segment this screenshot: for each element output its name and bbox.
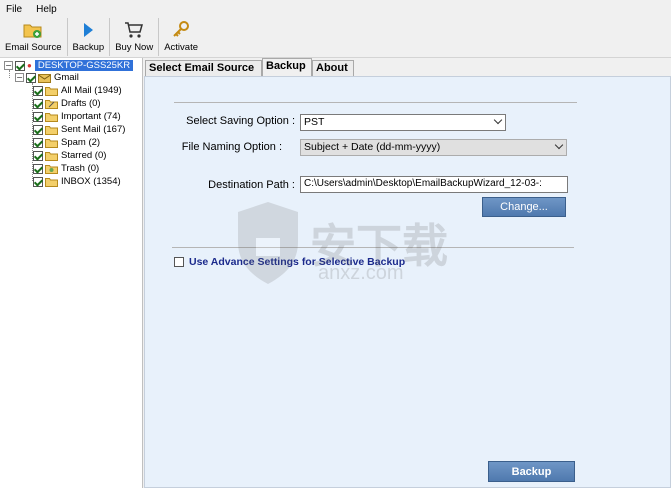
saving-option-value: PST bbox=[304, 116, 325, 128]
tab-backup[interactable]: Backup bbox=[262, 58, 312, 76]
tree-folder[interactable]: Drafts (0) bbox=[33, 97, 101, 110]
backup-toolbar-label: Backup bbox=[72, 42, 105, 53]
key-icon bbox=[170, 20, 192, 40]
folder-checkbox[interactable] bbox=[33, 111, 43, 122]
naming-option-value: Subject + Date (dd-mm-yyyy) bbox=[304, 141, 441, 153]
folder-add-icon bbox=[22, 20, 44, 40]
folder-label: Drafts (0) bbox=[61, 98, 101, 109]
folder-label: Sent Mail (167) bbox=[61, 124, 126, 135]
root-label: DESKTOP-GSS25KR bbox=[34, 60, 134, 71]
toolbar: Email Source Backup Buy Now Activate bbox=[0, 18, 671, 58]
backup-panel: Select Saving Option : PST File Naming O… bbox=[144, 76, 671, 488]
destination-path-input[interactable]: C:\Users\admin\Desktop\EmailBackupWizard… bbox=[300, 176, 568, 193]
divider bbox=[172, 247, 574, 248]
email-source-button[interactable]: Email Source bbox=[0, 18, 68, 56]
cart-icon bbox=[123, 20, 145, 40]
folder-label: Trash (0) bbox=[61, 163, 100, 174]
account-icon bbox=[38, 73, 51, 83]
tree-folder[interactable]: INBOX (1354) bbox=[33, 175, 121, 188]
folder-checkbox[interactable] bbox=[33, 163, 43, 174]
play-icon bbox=[77, 20, 99, 40]
folder-label: Starred (0) bbox=[61, 150, 107, 161]
root-checkbox[interactable] bbox=[15, 60, 25, 71]
account-label: Gmail bbox=[54, 72, 79, 83]
collapse-icon[interactable]: − bbox=[4, 61, 13, 70]
tree-folder[interactable]: Important (74) bbox=[33, 110, 121, 123]
naming-option-select[interactable]: Subject + Date (dd-mm-yyyy) bbox=[300, 139, 567, 156]
folder-label: INBOX (1354) bbox=[61, 176, 121, 187]
folder-checkbox[interactable] bbox=[33, 98, 43, 109]
tree-folder[interactable]: All Mail (1949) bbox=[33, 84, 122, 97]
account-checkbox[interactable] bbox=[26, 72, 36, 83]
divider bbox=[174, 102, 577, 103]
activate-button[interactable]: Activate bbox=[159, 18, 203, 56]
folder-icon bbox=[45, 112, 58, 122]
folder-icon bbox=[45, 125, 58, 135]
folder-label: Important (74) bbox=[61, 111, 121, 122]
change-button[interactable]: Change... bbox=[482, 197, 566, 217]
folder-checkbox[interactable] bbox=[33, 176, 43, 187]
tree-folder[interactable]: Starred (0) bbox=[33, 149, 106, 162]
advance-settings-label: Use Advance Settings for Selective Backu… bbox=[189, 256, 406, 268]
folder-checkbox[interactable] bbox=[33, 137, 43, 148]
folder-icon bbox=[45, 177, 58, 187]
chevron-down-icon bbox=[554, 140, 564, 150]
advance-settings-option[interactable]: Use Advance Settings for Selective Backu… bbox=[174, 256, 405, 268]
folder-icon bbox=[45, 86, 58, 96]
menu-help[interactable]: Help bbox=[36, 4, 57, 15]
folder-checkbox[interactable] bbox=[33, 150, 43, 161]
backup-toolbar-button[interactable]: Backup bbox=[68, 18, 111, 56]
collapse-icon[interactable]: − bbox=[15, 73, 24, 82]
naming-option-label: File Naming Option : bbox=[181, 141, 282, 153]
advance-settings-checkbox[interactable] bbox=[174, 257, 184, 267]
folder-checkbox[interactable] bbox=[33, 85, 43, 96]
folder-icon bbox=[45, 151, 58, 161]
drafts-icon bbox=[45, 99, 58, 109]
buy-now-label: Buy Now bbox=[115, 42, 154, 53]
saving-option-select[interactable]: PST bbox=[300, 114, 506, 131]
folder-icon bbox=[45, 138, 58, 148]
buy-now-button[interactable]: Buy Now bbox=[110, 18, 160, 56]
backup-button[interactable]: Backup bbox=[488, 461, 575, 482]
chevron-down-icon bbox=[493, 115, 503, 125]
tab-strip: Select Email Source Backup About bbox=[144, 58, 671, 76]
tab-select-email-source[interactable]: Select Email Source bbox=[145, 60, 262, 76]
computer-icon: ● bbox=[27, 61, 32, 70]
trash-icon bbox=[45, 164, 58, 174]
folder-checkbox[interactable] bbox=[33, 124, 43, 135]
folder-tree: − ● DESKTOP-GSS25KR − Gmail All Mail (19… bbox=[0, 58, 143, 488]
destination-label: Destination Path : bbox=[208, 179, 295, 191]
tree-folder[interactable]: Spam (2) bbox=[33, 136, 100, 149]
menu-bar: File Help bbox=[0, 0, 671, 18]
saving-option-label: Select Saving Option : bbox=[186, 115, 295, 127]
tree-folder[interactable]: Sent Mail (167) bbox=[33, 123, 125, 136]
folder-label: Spam (2) bbox=[61, 137, 101, 148]
tree-folder[interactable]: Trash (0) bbox=[33, 162, 99, 175]
folder-label: All Mail (1949) bbox=[61, 85, 122, 96]
activate-label: Activate bbox=[164, 42, 198, 53]
email-source-label: Email Source bbox=[5, 42, 62, 53]
tree-account[interactable]: − Gmail bbox=[15, 71, 79, 84]
tab-about[interactable]: About bbox=[312, 60, 354, 76]
menu-file[interactable]: File bbox=[6, 4, 22, 15]
